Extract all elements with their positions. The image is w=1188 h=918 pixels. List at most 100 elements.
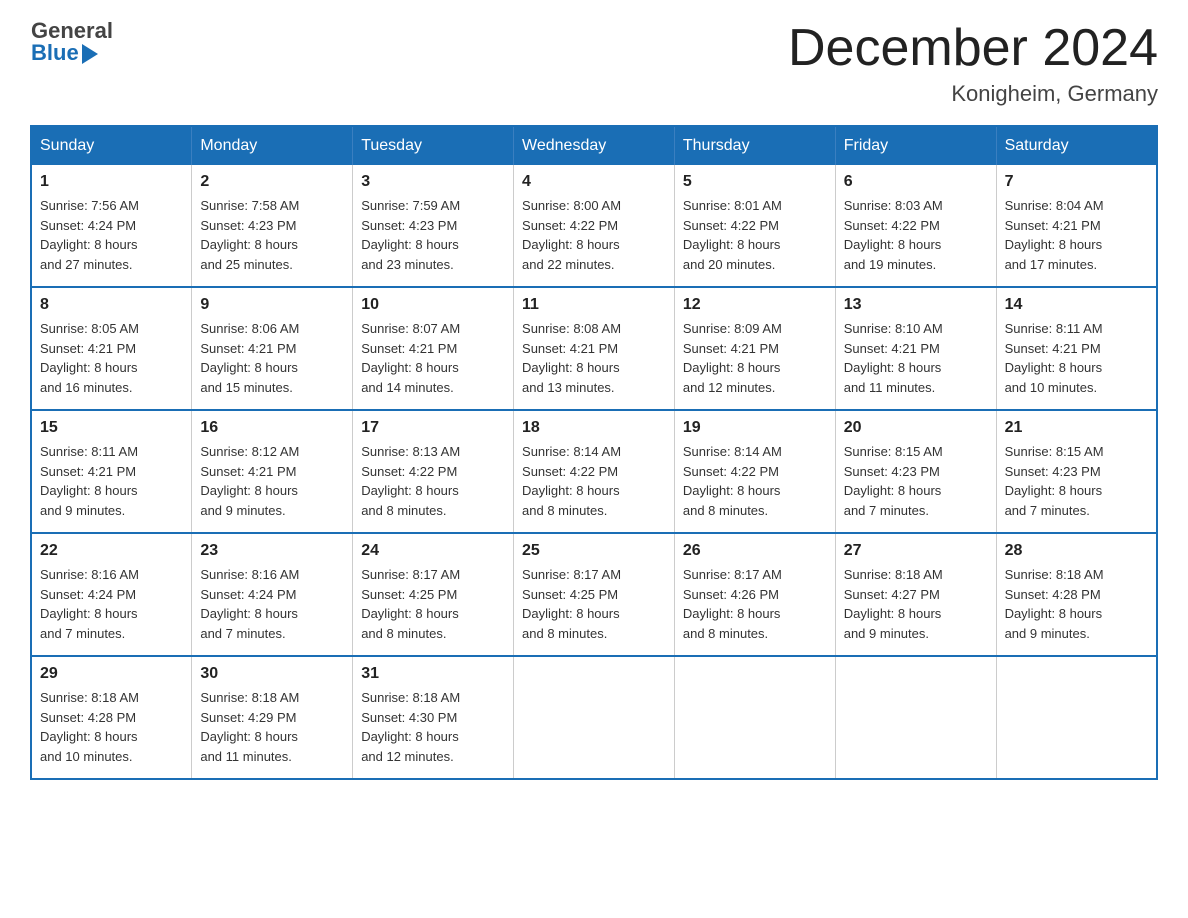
- day-info: Sunrise: 8:13 AM Sunset: 4:22 PM Dayligh…: [361, 442, 505, 520]
- calendar-cell: 20 Sunrise: 8:15 AM Sunset: 4:23 PM Dayl…: [835, 410, 996, 533]
- calendar-cell: [514, 656, 675, 779]
- day-number: 8: [40, 296, 183, 314]
- day-number: 26: [683, 542, 827, 560]
- day-number: 20: [844, 419, 988, 437]
- calendar-cell: 17 Sunrise: 8:13 AM Sunset: 4:22 PM Dayl…: [353, 410, 514, 533]
- calendar-cell: 26 Sunrise: 8:17 AM Sunset: 4:26 PM Dayl…: [674, 533, 835, 656]
- day-info: Sunrise: 7:59 AM Sunset: 4:23 PM Dayligh…: [361, 196, 505, 274]
- day-info: Sunrise: 8:05 AM Sunset: 4:21 PM Dayligh…: [40, 319, 183, 397]
- weekday-header-wednesday: Wednesday: [514, 126, 675, 165]
- day-number: 13: [844, 296, 988, 314]
- calendar-week-row: 29 Sunrise: 8:18 AM Sunset: 4:28 PM Dayl…: [31, 656, 1157, 779]
- calendar-cell: 16 Sunrise: 8:12 AM Sunset: 4:21 PM Dayl…: [192, 410, 353, 533]
- day-info: Sunrise: 8:17 AM Sunset: 4:26 PM Dayligh…: [683, 565, 827, 643]
- day-number: 21: [1005, 419, 1148, 437]
- calendar-cell: 5 Sunrise: 8:01 AM Sunset: 4:22 PM Dayli…: [674, 165, 835, 287]
- calendar-cell: 14 Sunrise: 8:11 AM Sunset: 4:21 PM Dayl…: [996, 287, 1157, 410]
- day-number: 14: [1005, 296, 1148, 314]
- day-number: 4: [522, 173, 666, 191]
- day-number: 11: [522, 296, 666, 314]
- calendar-cell: 28 Sunrise: 8:18 AM Sunset: 4:28 PM Dayl…: [996, 533, 1157, 656]
- day-info: Sunrise: 8:04 AM Sunset: 4:21 PM Dayligh…: [1005, 196, 1148, 274]
- weekday-header-saturday: Saturday: [996, 126, 1157, 165]
- day-number: 2: [200, 173, 344, 191]
- day-number: 1: [40, 173, 183, 191]
- day-info: Sunrise: 8:17 AM Sunset: 4:25 PM Dayligh…: [522, 565, 666, 643]
- calendar-cell: 4 Sunrise: 8:00 AM Sunset: 4:22 PM Dayli…: [514, 165, 675, 287]
- day-number: 7: [1005, 173, 1148, 191]
- weekday-header-thursday: Thursday: [674, 126, 835, 165]
- location-title: Konigheim, Germany: [788, 81, 1158, 107]
- calendar-cell: [996, 656, 1157, 779]
- day-number: 17: [361, 419, 505, 437]
- day-number: 19: [683, 419, 827, 437]
- calendar-cell: 22 Sunrise: 8:16 AM Sunset: 4:24 PM Dayl…: [31, 533, 192, 656]
- calendar-cell: 6 Sunrise: 8:03 AM Sunset: 4:22 PM Dayli…: [835, 165, 996, 287]
- day-info: Sunrise: 8:03 AM Sunset: 4:22 PM Dayligh…: [844, 196, 988, 274]
- day-number: 5: [683, 173, 827, 191]
- calendar-cell: 21 Sunrise: 8:15 AM Sunset: 4:23 PM Dayl…: [996, 410, 1157, 533]
- calendar-week-row: 22 Sunrise: 8:16 AM Sunset: 4:24 PM Dayl…: [31, 533, 1157, 656]
- logo-blue-text: Blue: [31, 42, 113, 64]
- day-number: 24: [361, 542, 505, 560]
- day-number: 22: [40, 542, 183, 560]
- weekday-header-tuesday: Tuesday: [353, 126, 514, 165]
- day-number: 16: [200, 419, 344, 437]
- day-info: Sunrise: 8:14 AM Sunset: 4:22 PM Dayligh…: [683, 442, 827, 520]
- calendar-cell: [835, 656, 996, 779]
- day-number: 30: [200, 665, 344, 683]
- day-number: 28: [1005, 542, 1148, 560]
- calendar-cell: 30 Sunrise: 8:18 AM Sunset: 4:29 PM Dayl…: [192, 656, 353, 779]
- calendar-week-row: 1 Sunrise: 7:56 AM Sunset: 4:24 PM Dayli…: [31, 165, 1157, 287]
- day-number: 9: [200, 296, 344, 314]
- day-info: Sunrise: 8:17 AM Sunset: 4:25 PM Dayligh…: [361, 565, 505, 643]
- day-info: Sunrise: 8:18 AM Sunset: 4:28 PM Dayligh…: [1005, 565, 1148, 643]
- calendar-cell: 11 Sunrise: 8:08 AM Sunset: 4:21 PM Dayl…: [514, 287, 675, 410]
- day-info: Sunrise: 8:00 AM Sunset: 4:22 PM Dayligh…: [522, 196, 666, 274]
- calendar-cell: 24 Sunrise: 8:17 AM Sunset: 4:25 PM Dayl…: [353, 533, 514, 656]
- day-info: Sunrise: 8:06 AM Sunset: 4:21 PM Dayligh…: [200, 319, 344, 397]
- day-info: Sunrise: 8:18 AM Sunset: 4:30 PM Dayligh…: [361, 688, 505, 766]
- day-info: Sunrise: 8:18 AM Sunset: 4:27 PM Dayligh…: [844, 565, 988, 643]
- day-info: Sunrise: 8:08 AM Sunset: 4:21 PM Dayligh…: [522, 319, 666, 397]
- day-info: Sunrise: 8:12 AM Sunset: 4:21 PM Dayligh…: [200, 442, 344, 520]
- calendar-cell: 7 Sunrise: 8:04 AM Sunset: 4:21 PM Dayli…: [996, 165, 1157, 287]
- day-info: Sunrise: 8:15 AM Sunset: 4:23 PM Dayligh…: [844, 442, 988, 520]
- logo-general-text: General: [31, 20, 113, 42]
- calendar-cell: 1 Sunrise: 7:56 AM Sunset: 4:24 PM Dayli…: [31, 165, 192, 287]
- day-info: Sunrise: 8:18 AM Sunset: 4:29 PM Dayligh…: [200, 688, 344, 766]
- calendar-cell: 29 Sunrise: 8:18 AM Sunset: 4:28 PM Dayl…: [31, 656, 192, 779]
- calendar-cell: 3 Sunrise: 7:59 AM Sunset: 4:23 PM Dayli…: [353, 165, 514, 287]
- calendar-week-row: 8 Sunrise: 8:05 AM Sunset: 4:21 PM Dayli…: [31, 287, 1157, 410]
- weekday-header-monday: Monday: [192, 126, 353, 165]
- month-title: December 2024: [788, 20, 1158, 77]
- day-info: Sunrise: 8:11 AM Sunset: 4:21 PM Dayligh…: [1005, 319, 1148, 397]
- day-number: 31: [361, 665, 505, 683]
- day-number: 12: [683, 296, 827, 314]
- day-number: 27: [844, 542, 988, 560]
- calendar-cell: 10 Sunrise: 8:07 AM Sunset: 4:21 PM Dayl…: [353, 287, 514, 410]
- day-info: Sunrise: 8:14 AM Sunset: 4:22 PM Dayligh…: [522, 442, 666, 520]
- day-info: Sunrise: 8:16 AM Sunset: 4:24 PM Dayligh…: [40, 565, 183, 643]
- day-info: Sunrise: 8:11 AM Sunset: 4:21 PM Dayligh…: [40, 442, 183, 520]
- day-number: 18: [522, 419, 666, 437]
- weekday-header-sunday: Sunday: [31, 126, 192, 165]
- weekday-header-row: SundayMondayTuesdayWednesdayThursdayFrid…: [31, 126, 1157, 165]
- weekday-header-friday: Friday: [835, 126, 996, 165]
- calendar-cell: 25 Sunrise: 8:17 AM Sunset: 4:25 PM Dayl…: [514, 533, 675, 656]
- day-info: Sunrise: 7:58 AM Sunset: 4:23 PM Dayligh…: [200, 196, 344, 274]
- calendar-cell: 8 Sunrise: 8:05 AM Sunset: 4:21 PM Dayli…: [31, 287, 192, 410]
- day-info: Sunrise: 8:07 AM Sunset: 4:21 PM Dayligh…: [361, 319, 505, 397]
- day-number: 10: [361, 296, 505, 314]
- calendar-cell: 2 Sunrise: 7:58 AM Sunset: 4:23 PM Dayli…: [192, 165, 353, 287]
- day-info: Sunrise: 8:09 AM Sunset: 4:21 PM Dayligh…: [683, 319, 827, 397]
- calendar-cell: 18 Sunrise: 8:14 AM Sunset: 4:22 PM Dayl…: [514, 410, 675, 533]
- day-info: Sunrise: 8:16 AM Sunset: 4:24 PM Dayligh…: [200, 565, 344, 643]
- day-number: 29: [40, 665, 183, 683]
- title-area: December 2024 Konigheim, Germany: [788, 20, 1158, 107]
- day-info: Sunrise: 8:10 AM Sunset: 4:21 PM Dayligh…: [844, 319, 988, 397]
- calendar-table: SundayMondayTuesdayWednesdayThursdayFrid…: [30, 125, 1158, 780]
- calendar-cell: 9 Sunrise: 8:06 AM Sunset: 4:21 PM Dayli…: [192, 287, 353, 410]
- day-info: Sunrise: 8:01 AM Sunset: 4:22 PM Dayligh…: [683, 196, 827, 274]
- day-info: Sunrise: 8:18 AM Sunset: 4:28 PM Dayligh…: [40, 688, 183, 766]
